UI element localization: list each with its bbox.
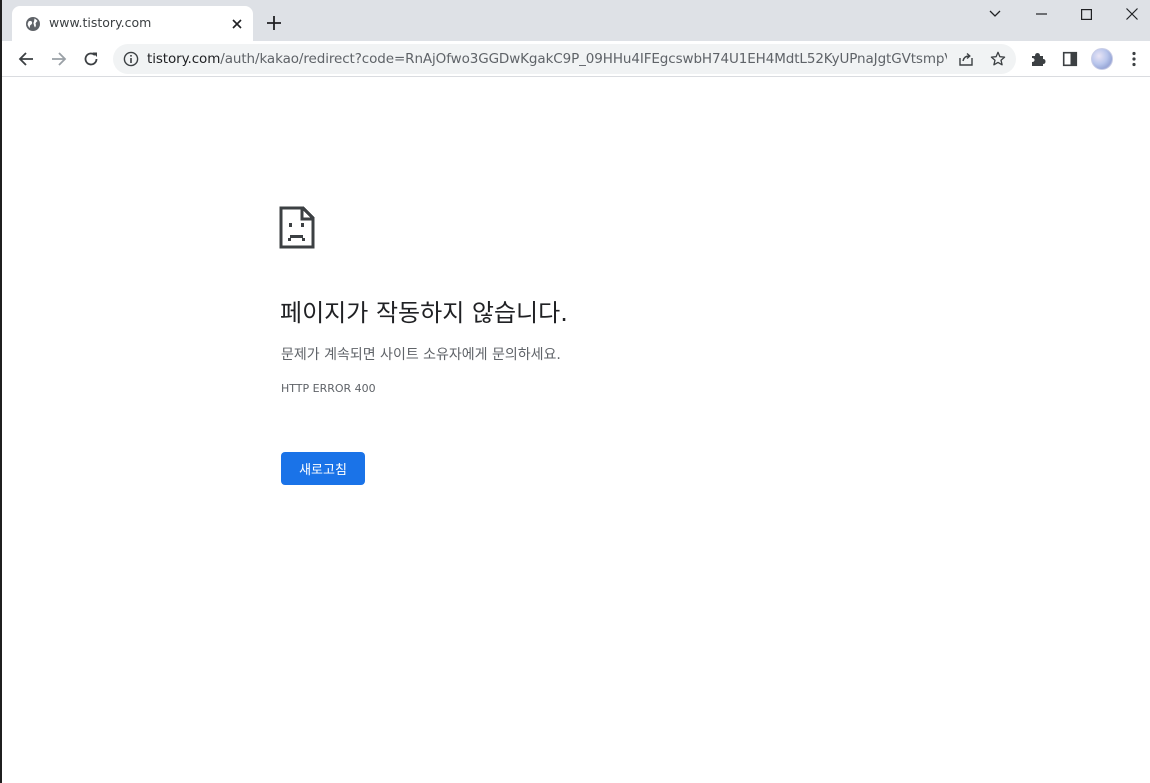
profile-avatar[interactable]	[1091, 48, 1113, 70]
browser-window: www.tistory.com tistory.com/auth/kakao/r…	[0, 0, 1150, 783]
error-title: 페이지가 작동하지 않습니다.	[280, 299, 568, 327]
menu-kebab-icon[interactable]	[1120, 45, 1148, 73]
reload-button[interactable]: 새로고침	[281, 452, 365, 485]
sad-document-icon	[279, 206, 315, 249]
chevron-down-icon[interactable]	[975, 2, 1015, 26]
tab-title: www.tistory.com	[49, 15, 152, 30]
tab-strip: www.tistory.com	[2, 0, 1150, 41]
reload-icon[interactable]	[77, 45, 105, 73]
globe-icon	[25, 16, 41, 32]
address-bar[interactable]: tistory.com/auth/kakao/redirect?code=RnA…	[113, 44, 1016, 74]
error-code: HTTP ERROR 400	[281, 382, 376, 395]
bookmark-star-icon[interactable]	[986, 47, 1010, 71]
side-panel-icon[interactable]	[1056, 45, 1084, 73]
extensions-puzzle-icon[interactable]	[1024, 45, 1052, 73]
tab-close-icon[interactable]	[228, 15, 246, 33]
url-host: tistory.com	[147, 51, 221, 67]
site-info-icon[interactable]	[123, 51, 139, 67]
minimize-icon[interactable]	[1021, 2, 1061, 26]
maximize-icon[interactable]	[1066, 2, 1106, 26]
new-tab-plus-icon[interactable]	[264, 13, 284, 33]
error-page: 페이지가 작동하지 않습니다. 문제가 계속되면 사이트 소유자에게 문의하세요…	[2, 78, 1150, 783]
active-tab[interactable]: www.tistory.com	[12, 6, 253, 41]
url-text[interactable]: tistory.com/auth/kakao/redirect?code=RnA…	[147, 51, 947, 67]
url-path: /auth/kakao/redirect?code=RnAjOfwo3GGDwK…	[220, 51, 947, 67]
toolbar: tistory.com/auth/kakao/redirect?code=RnA…	[2, 41, 1150, 77]
error-description: 문제가 계속되면 사이트 소유자에게 문의하세요.	[281, 347, 561, 363]
forward-arrow-icon[interactable]	[45, 45, 73, 73]
share-icon[interactable]	[954, 47, 978, 71]
close-window-icon[interactable]	[1112, 2, 1150, 26]
back-arrow-icon[interactable]	[12, 45, 40, 73]
